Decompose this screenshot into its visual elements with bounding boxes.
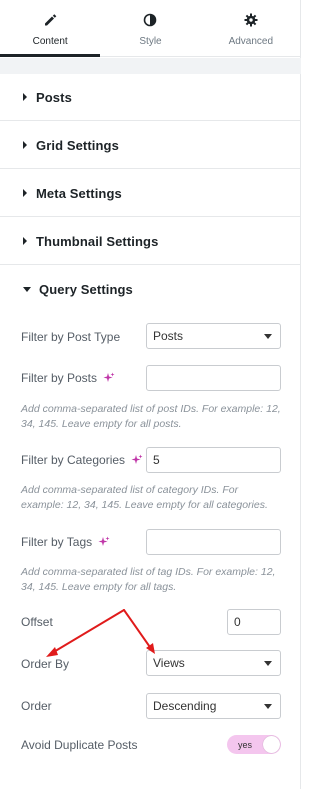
chevron-down-icon: [264, 660, 272, 666]
avoid-duplicates-label: Avoid Duplicate Posts: [21, 738, 138, 752]
post-type-value: Posts: [153, 329, 184, 343]
section-posts[interactable]: Posts: [0, 74, 301, 121]
settings-panel: Content Style Advanced Posts Grid Settin…: [0, 0, 301, 789]
order-value: Descending: [153, 699, 217, 713]
categories-filter-label-text: Filter by Categories: [21, 453, 126, 467]
ai-sparkle-icon[interactable]: [97, 535, 111, 549]
section-thumbnail-title: Thumbnail Settings: [36, 233, 159, 249]
categories-filter-label: Filter by Categories: [21, 453, 144, 467]
tags-filter-help: Add comma-separated list of tag IDs. For…: [21, 566, 276, 593]
caret-right-icon: [23, 237, 27, 245]
post-type-label-text: Filter by Post Type: [21, 330, 121, 344]
caret-right-icon: [23, 189, 27, 197]
offset-value: 0: [234, 615, 241, 629]
order-label: Order: [21, 699, 52, 713]
tab-style[interactable]: Style: [100, 0, 200, 56]
offset-label-text: Offset: [21, 615, 53, 629]
post-type-select[interactable]: Posts: [146, 323, 281, 349]
offset-input[interactable]: 0: [227, 609, 281, 635]
offset-label: Offset: [21, 615, 53, 629]
section-meta-title: Meta Settings: [36, 185, 122, 201]
order-label-text: Order: [21, 699, 52, 713]
section-thumbnail-settings[interactable]: Thumbnail Settings: [0, 218, 301, 265]
pencil-icon: [42, 12, 58, 28]
tabs-separator: [0, 58, 301, 74]
order-by-label: Order By: [21, 657, 69, 671]
tags-filter-label: Filter by Tags: [21, 535, 111, 549]
tags-filter-label-text: Filter by Tags: [21, 535, 93, 549]
posts-filter-input[interactable]: [146, 365, 281, 391]
posts-filter-help: Add comma-separated list of post IDs. Fo…: [21, 403, 281, 430]
categories-filter-value: 5: [153, 453, 160, 467]
section-query-settings[interactable]: Query Settings: [0, 266, 301, 313]
section-query-title: Query Settings: [39, 282, 133, 297]
chevron-down-icon: [264, 703, 272, 709]
chevron-down-icon: [264, 333, 272, 339]
order-by-value: Views: [153, 656, 185, 670]
section-posts-title: Posts: [36, 89, 72, 105]
caret-right-icon: [23, 93, 27, 101]
categories-filter-help: Add comma-separated list of category IDs…: [21, 484, 268, 511]
order-by-label-text: Order By: [21, 657, 70, 671]
gear-icon: [243, 12, 259, 28]
tab-content[interactable]: Content: [0, 0, 101, 57]
posts-filter-label-text: Filter by Posts: [21, 371, 98, 385]
tags-filter-input[interactable]: [146, 529, 281, 555]
post-type-label: Filter by Post Type: [21, 330, 120, 344]
toggle-state-text: yes: [238, 739, 253, 750]
caret-down-icon: [23, 287, 31, 292]
half-circle-icon: [142, 12, 158, 28]
section-meta-settings[interactable]: Meta Settings: [0, 170, 301, 217]
panel-tabs: Content Style Advanced: [0, 0, 301, 57]
categories-filter-input[interactable]: 5: [146, 447, 281, 473]
order-select[interactable]: Descending: [146, 693, 281, 719]
ai-sparkle-icon[interactable]: [102, 371, 116, 385]
tab-advanced-label: Advanced: [228, 36, 274, 47]
avoid-duplicates-toggle[interactable]: yes: [227, 735, 281, 754]
ai-sparkle-icon[interactable]: [130, 453, 144, 467]
avoid-duplicates-label-text: Avoid Duplicate Posts: [21, 738, 138, 752]
section-grid-title: Grid Settings: [36, 137, 119, 153]
posts-filter-label: Filter by Posts: [21, 371, 116, 385]
order-by-select[interactable]: Views: [146, 650, 281, 676]
tab-advanced[interactable]: Advanced: [201, 0, 301, 56]
section-grid-settings[interactable]: Grid Settings: [0, 122, 301, 169]
caret-right-icon: [23, 141, 27, 149]
tab-content-label: Content: [32, 36, 68, 47]
toggle-knob: [263, 736, 280, 753]
tab-style-label: Style: [139, 36, 162, 47]
